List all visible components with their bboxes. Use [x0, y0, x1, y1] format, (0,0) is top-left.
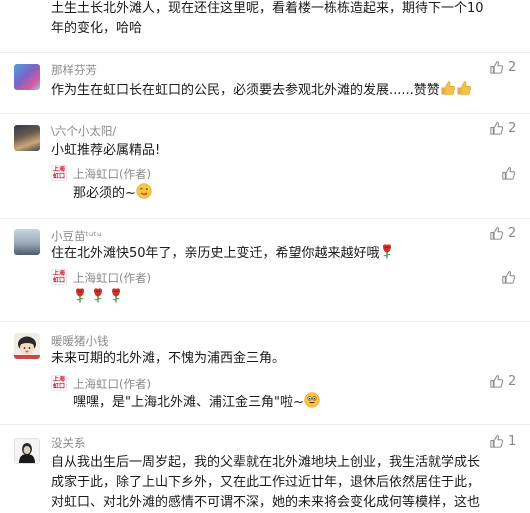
comment-3-text-content: 住在北外滩快50年了，亲历史上变迁，希望你越来越好哦 [51, 246, 380, 261]
wink-emoji-icon [136, 183, 152, 199]
avatar[interactable] [14, 64, 40, 90]
grin-emoji-icon [304, 392, 320, 408]
avatar[interactable] [14, 438, 40, 464]
comment-3-like-button[interactable]: 2 [489, 226, 516, 241]
reply-3-author[interactable]: 上海虹口(作者) [73, 270, 151, 286]
thumbs-up-emoji-icon [440, 80, 456, 96]
comment-1-like-button[interactable]: 2 [489, 60, 516, 75]
rose-emoji-icon [91, 287, 105, 303]
comment-2-like-count: 2 [508, 121, 517, 136]
reply-4-text: 嘿嘿，是"上海北外滩、浦江金三角"啦~ [73, 392, 320, 413]
thumb-up-outline-icon [489, 374, 504, 389]
avatar[interactable] [14, 333, 40, 359]
avatar[interactable] [14, 229, 40, 255]
divider [0, 424, 530, 425]
reply-4-like-count: 2 [508, 374, 517, 389]
rose-emoji-icon [109, 287, 123, 303]
comment-1-nickname[interactable]: 那样芬芳 [51, 62, 97, 78]
comment-1-text-content: 作为生在虹口长在虹口的公民，必须要去参观北外滩的发展......赞赞 [51, 83, 440, 98]
comment-5-nickname[interactable]: 没关系 [51, 435, 86, 451]
reply-3-like-button[interactable] [501, 270, 516, 285]
comment-5-text-line-1: 自从我出生后一周岁起，我的父辈就在北外滩地块上创业，我生活就学成长 [51, 455, 481, 470]
thumb-up-outline-icon [489, 434, 504, 449]
comment-5-text-line-3: 对虹口、对北外滩的感情不可谓不深，她的未来将会变化成何等模样，这也 [51, 495, 481, 510]
divider [0, 52, 530, 53]
reply-2-text: 那必须的~ [73, 183, 152, 204]
reply-4-author[interactable]: 上海虹口(作者) [73, 376, 151, 392]
comment-3-nickname[interactable]: 小豆苗ᵗᵘᵗᵘ [51, 228, 102, 244]
divider [0, 321, 530, 322]
author-avatar[interactable]: 上海 虹口 [51, 165, 67, 181]
reply-2-author[interactable]: 上海虹口(作者) [73, 166, 151, 182]
comment-4-nickname[interactable]: 暖暖猪小钱 [51, 333, 109, 349]
reply-4-text-content: 嘿嘿，是"上海北外滩、浦江金三角"啦~ [73, 395, 304, 410]
comment-0-text-line-1: 土生土长北外滩人，现在还住这里呢，看着楼一栋栋造起来，期待下一个10 [51, 1, 484, 16]
comment-0-text-line-2: 年的变化，哈哈 [51, 21, 143, 36]
comment-5-text-line-2: 成家于此，除了上山下乡外，又在此工作过近廿年，退休后依然居住于此， [51, 475, 481, 490]
reply-2-text-content: 那必须的~ [73, 186, 136, 201]
comment-4-text: 未来可期的北外滩，不愧为浦西金三角。 [51, 351, 286, 366]
cartoon-avatar-icon [14, 336, 40, 359]
thumb-up-outline-icon [489, 60, 504, 75]
comment-2-like-button[interactable]: 2 [489, 121, 516, 136]
thumb-up-outline-icon [501, 166, 516, 181]
comment-3-like-count: 2 [508, 226, 517, 241]
comment-2-text: 小虹推荐必属精品! [51, 143, 161, 158]
thumb-up-outline-icon [489, 226, 504, 241]
author-avatar[interactable]: 上海 虹口 [51, 375, 67, 391]
comment-2-nickname[interactable]: \六个小太阳/ [51, 123, 116, 139]
thumb-up-outline-icon [489, 121, 504, 136]
thumbs-up-emoji-icon [456, 80, 472, 96]
portrait-avatar-icon [15, 439, 39, 463]
divider [0, 218, 530, 219]
author-avatar[interactable]: 上海 虹口 [51, 269, 67, 285]
reply-3-text [73, 287, 123, 308]
comment-1-like-count: 2 [508, 60, 517, 75]
reply-2-like-button[interactable] [501, 166, 516, 181]
comment-1-text: 作为生在虹口长在虹口的公民，必须要去参观北外滩的发展......赞赞 [51, 80, 472, 101]
rose-emoji-icon [73, 287, 87, 303]
reply-4-like-button[interactable]: 2 [489, 374, 516, 389]
comment-5-like-count: 1 [508, 434, 517, 449]
thumb-up-outline-icon [501, 270, 516, 285]
comment-5-like-button[interactable]: 1 [489, 434, 516, 449]
comments-page: 土生土长北外滩人，现在还住这里呢，看着楼一栋栋造起来，期待下一个10 年的变化，… [0, 0, 530, 513]
divider [0, 113, 530, 114]
avatar[interactable] [14, 125, 40, 151]
rose-emoji-icon [380, 243, 394, 259]
comment-3-text: 住在北外滩快50年了，亲历史上变迁，希望你越来越好哦 [51, 243, 394, 264]
